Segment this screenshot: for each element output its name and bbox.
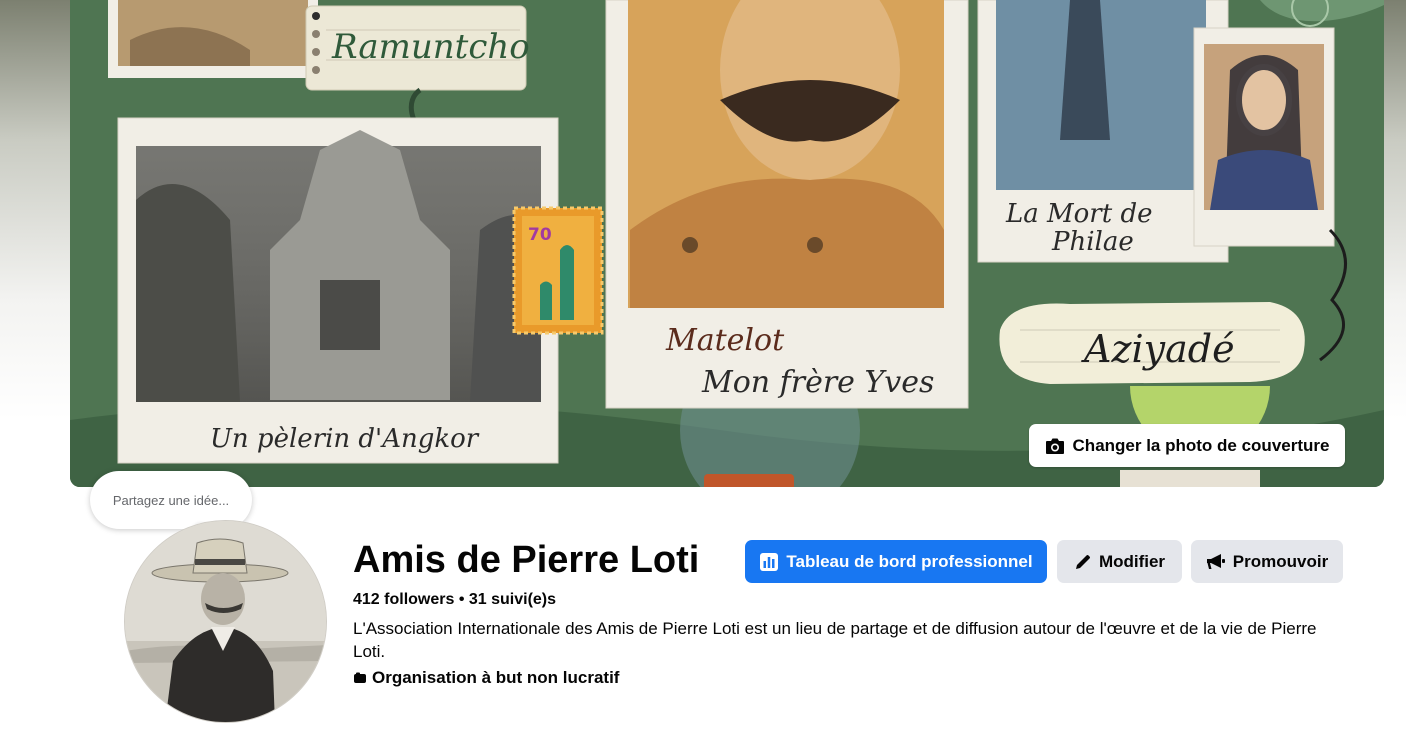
- edit-button[interactable]: Modifier: [1057, 540, 1182, 583]
- photo-angkor: Un pèlerin d'Angkor: [117, 117, 559, 464]
- professional-dashboard-label: Tableau de bord professionnel: [786, 551, 1033, 571]
- camera-icon: [1045, 437, 1065, 455]
- photo-portrait-woman: [1193, 27, 1335, 247]
- cover-photo[interactable]: Ramuntcho Un pèlerin d'Angkor 70 Matelot…: [70, 0, 1384, 487]
- page-category: Organisation à but non lucratif: [353, 668, 619, 688]
- caption-aziyade: Aziyadé: [1081, 327, 1235, 371]
- promote-button[interactable]: Promouvoir: [1191, 540, 1343, 583]
- photo-philae: La Mort de Philae: [977, 0, 1229, 263]
- thought-bubble-placeholder: Partagez une idée...: [112, 492, 230, 508]
- change-cover-photo-button[interactable]: Changer la photo de couverture: [1029, 424, 1345, 467]
- caption-angkor: Un pèlerin d'Angkor: [210, 424, 480, 454]
- category-icon: [353, 672, 367, 684]
- change-cover-photo-label: Changer la photo de couverture: [1072, 435, 1330, 455]
- caption-matelot: Matelot: [665, 323, 785, 358]
- caption-philae: Philae: [1051, 227, 1134, 257]
- suitcase: [704, 474, 794, 487]
- megaphone-icon: [1206, 553, 1226, 571]
- caption-la-mort-de: La Mort de: [1005, 199, 1152, 229]
- bar-chart-icon: [759, 552, 779, 572]
- note-ramuntcho: Ramuntcho: [305, 5, 530, 91]
- paper-bottom: [1120, 470, 1260, 487]
- page-title: Amis de Pierre Loti: [353, 539, 700, 581]
- promote-label: Promouvoir: [1232, 551, 1329, 571]
- stamp-cactus: 70: [512, 206, 604, 335]
- stamp-value: 70: [528, 225, 552, 245]
- caption-ramuntcho: Ramuntcho: [331, 27, 530, 67]
- category-label: Organisation à but non lucratif: [372, 668, 620, 687]
- profile-avatar[interactable]: [124, 520, 327, 723]
- caption-mon-frere-yves: Mon frère Yves: [701, 365, 934, 400]
- page-bio: L'Association Internationale des Amis de…: [353, 619, 1317, 661]
- professional-dashboard-button[interactable]: Tableau de bord professionnel: [745, 540, 1047, 583]
- pencil-icon: [1074, 553, 1092, 571]
- photo-matelot: Matelot Mon frère Yves: [605, 0, 969, 409]
- edit-label: Modifier: [1098, 551, 1166, 571]
- followers-stats[interactable]: 412 followers • 31 suivi(e)s: [353, 590, 556, 610]
- photo-topleft: [108, 0, 318, 78]
